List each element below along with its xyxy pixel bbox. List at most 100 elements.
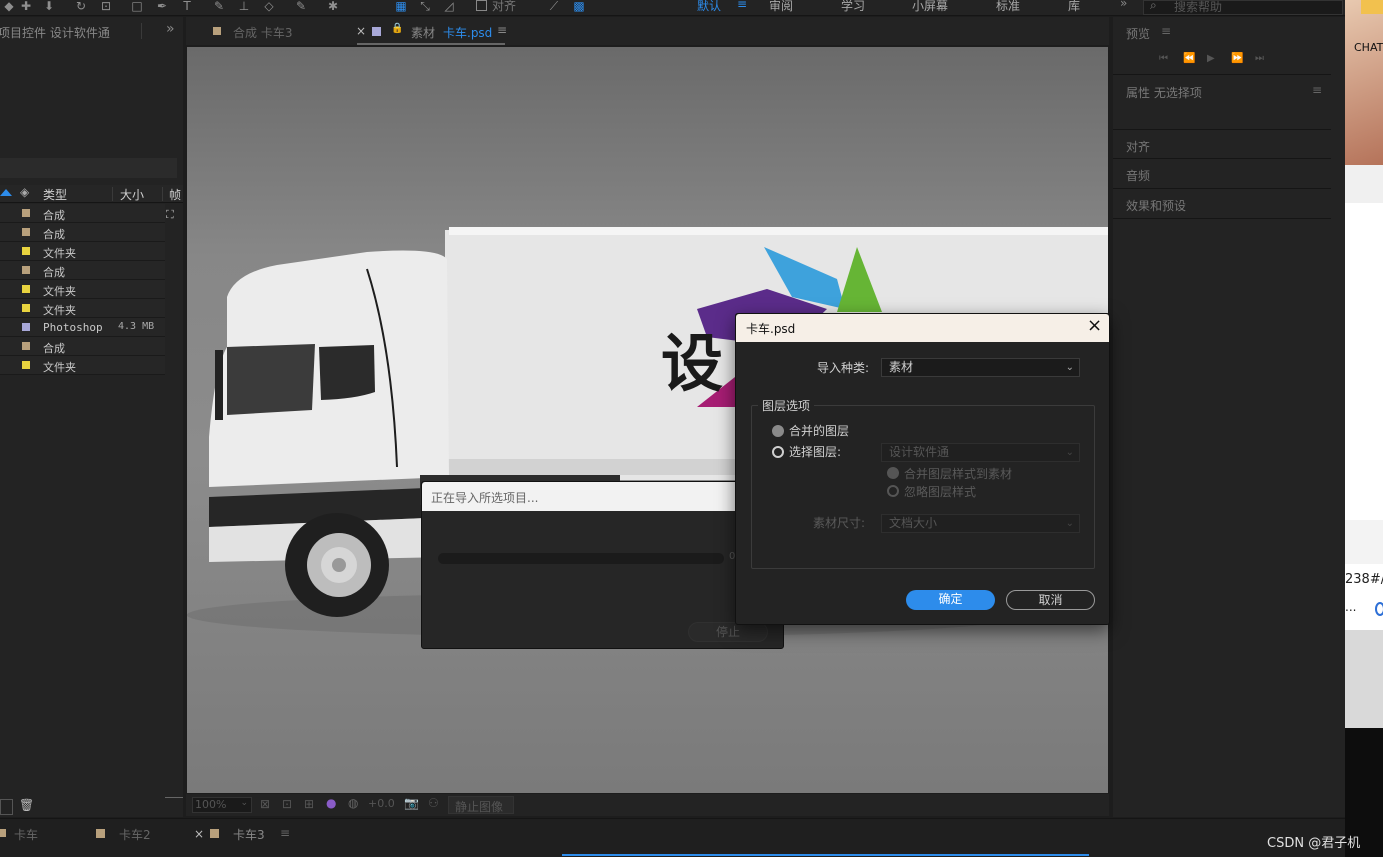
align-panel-title[interactable]: 对齐 bbox=[1126, 138, 1150, 155]
first-frame-icon[interactable]: ⏮ bbox=[1159, 53, 1168, 64]
prev-frame-icon[interactable]: ⏪ bbox=[1183, 53, 1195, 64]
project-list-item[interactable]: 合成 bbox=[0, 337, 165, 356]
properties-panel-title[interactable]: 属性 无选择项 bbox=[1126, 84, 1202, 101]
close-tab-icon[interactable]: × bbox=[356, 24, 366, 38]
align-checkbox[interactable] bbox=[476, 0, 487, 11]
camera-tool-icon[interactable]: ⊡ bbox=[97, 0, 115, 14]
snap-icon[interactable]: ▦ bbox=[392, 0, 410, 14]
column-size[interactable]: 大小 bbox=[120, 186, 144, 203]
label-color-swatch[interactable] bbox=[22, 247, 30, 255]
snap-vertex-icon[interactable]: ⟋ bbox=[545, 0, 563, 14]
zoom-select[interactable]: 100% ⌄ bbox=[192, 797, 252, 813]
grid-icon[interactable]: ⊞ bbox=[304, 797, 314, 811]
project-list-item[interactable]: Photoshop 4.3 MB bbox=[0, 318, 165, 337]
puppet-tool-icon[interactable]: ✱ bbox=[324, 0, 342, 14]
tab-footage-name[interactable]: 卡车.psd bbox=[443, 24, 492, 41]
label-color-swatch[interactable] bbox=[22, 342, 30, 350]
stop-button[interactable]: 停止 bbox=[688, 622, 768, 642]
brush-tool-icon[interactable]: ✎ bbox=[210, 0, 228, 14]
label-tag-icon[interactable]: ◈ bbox=[20, 185, 29, 199]
play-icon[interactable]: ▶ bbox=[1207, 53, 1215, 64]
trash-icon[interactable]: 🗑 bbox=[19, 798, 34, 812]
label-color-swatch[interactable] bbox=[22, 361, 30, 369]
merge-styles-radio[interactable] bbox=[887, 467, 899, 479]
sort-ascending-icon[interactable] bbox=[0, 189, 12, 196]
eraser-tool-icon[interactable]: ◇ bbox=[260, 0, 278, 14]
panel-menu-icon[interactable]: ≡ bbox=[1161, 24, 1171, 38]
preview-panel-title[interactable]: 预览 bbox=[1126, 25, 1150, 42]
label-color-swatch[interactable] bbox=[22, 285, 30, 293]
more-workspaces-icon[interactable]: » bbox=[1120, 0, 1127, 10]
exposure-value[interactable]: +0.0 bbox=[368, 797, 395, 810]
snapshot-icon[interactable]: 📷 bbox=[404, 796, 419, 810]
workspace-learn[interactable]: 学习 bbox=[841, 0, 865, 14]
project-list-item[interactable]: 文件夹 bbox=[0, 356, 165, 375]
column-frame[interactable]: 帧 bbox=[169, 186, 181, 203]
workspace-review[interactable]: 审阅 bbox=[769, 0, 793, 14]
footage-size-select[interactable]: 文档大小 ⌄ bbox=[881, 514, 1080, 533]
project-list-item[interactable]: 文件夹 bbox=[0, 299, 165, 318]
choose-layer-label[interactable]: 选择图层: bbox=[789, 443, 841, 460]
tab-menu-icon[interactable]: ≡ bbox=[280, 826, 290, 840]
still-image-button[interactable]: 静止图像 bbox=[448, 796, 514, 814]
workspace-small-screen[interactable]: 小屏幕 bbox=[912, 0, 948, 14]
grid-snap-icon[interactable]: ▩ bbox=[570, 0, 588, 14]
last-frame-icon[interactable]: ⏭ bbox=[1255, 53, 1264, 64]
import-kind-select[interactable]: 素材 ⌄ bbox=[881, 358, 1080, 377]
merged-layers-radio[interactable] bbox=[772, 425, 784, 437]
type-tool-icon[interactable]: T bbox=[178, 0, 196, 14]
label-color-swatch[interactable] bbox=[22, 323, 30, 331]
column-type[interactable]: 类型 bbox=[43, 186, 67, 203]
choose-layer-radio[interactable] bbox=[772, 446, 784, 458]
tab-footage-prefix[interactable]: 素材 bbox=[411, 24, 435, 41]
workspace-libraries[interactable]: 库 bbox=[1068, 0, 1080, 14]
panel-menu-icon[interactable]: ≡ bbox=[1312, 83, 1322, 97]
project-list-item[interactable]: 文件夹 bbox=[0, 242, 165, 261]
merge-styles-label[interactable]: 合并图层样式到素材 bbox=[904, 465, 1012, 482]
close-tab-icon[interactable]: × bbox=[194, 827, 204, 841]
snap-option-icon[interactable]: ⤡ bbox=[416, 0, 434, 14]
help-search-field[interactable]: ⌕ 搜索帮助 bbox=[1143, 0, 1343, 15]
selection-tool-icon[interactable]: ◆ bbox=[0, 0, 18, 14]
project-list-item[interactable]: 合成 bbox=[0, 261, 165, 280]
exposure-icon[interactable]: ◍ bbox=[348, 796, 358, 810]
hand-tool-icon[interactable]: ✚ bbox=[17, 0, 35, 14]
snap-edge-icon[interactable]: ◿ bbox=[440, 0, 458, 14]
ignore-styles-radio[interactable] bbox=[887, 485, 899, 497]
ignore-styles-label[interactable]: 忽略图层样式 bbox=[904, 483, 976, 500]
clone-stamp-icon[interactable]: ⊥ bbox=[235, 0, 253, 14]
rectangle-tool-icon[interactable]: □ bbox=[128, 0, 146, 14]
pen-tool-icon[interactable]: ✒ bbox=[153, 0, 171, 14]
merged-layers-label[interactable]: 合并的图层 bbox=[789, 422, 849, 439]
workspace-standard[interactable]: 标准 bbox=[996, 0, 1020, 14]
project-list-item[interactable]: 合成 bbox=[0, 223, 165, 242]
tab-menu-icon[interactable]: ≡ bbox=[497, 23, 507, 37]
timeline-tab-truck2[interactable]: 卡车2 bbox=[119, 826, 151, 843]
zoom-tool-icon[interactable]: ⬇ bbox=[40, 0, 58, 14]
choose-layer-select[interactable]: 设计软件通 ⌄ bbox=[881, 443, 1080, 462]
show-snapshot-icon[interactable]: ⚇ bbox=[428, 796, 439, 810]
fit-icon[interactable]: ⊠ bbox=[260, 797, 270, 811]
panel-expand-icon[interactable]: » bbox=[166, 21, 175, 37]
timeline-tab-truck[interactable]: 卡车 bbox=[14, 826, 38, 843]
timeline-tab-truck3[interactable]: 卡车3 bbox=[233, 826, 265, 843]
project-list-item[interactable]: 合成 bbox=[0, 204, 165, 223]
label-color-swatch[interactable] bbox=[22, 209, 30, 217]
close-icon[interactable]: × bbox=[1087, 315, 1102, 336]
channels-icon[interactable]: ● bbox=[326, 796, 336, 810]
effects-presets-title[interactable]: 效果和预设 bbox=[1126, 197, 1186, 214]
lock-icon[interactable]: 🔒 bbox=[391, 23, 403, 34]
tab-comp-truck3[interactable]: 合成 卡车3 bbox=[233, 24, 292, 41]
work-area-bar[interactable] bbox=[562, 854, 1089, 856]
workspace-default[interactable]: 默认 bbox=[697, 0, 721, 14]
ok-button[interactable]: 确定 bbox=[906, 590, 995, 610]
flowchart-icon[interactable]: ⛶ bbox=[166, 208, 174, 222]
label-color-swatch[interactable] bbox=[22, 304, 30, 312]
next-frame-icon[interactable]: ⏩ bbox=[1231, 53, 1243, 64]
label-color-swatch[interactable] bbox=[22, 228, 30, 236]
project-list-item[interactable]: 文件夹 bbox=[0, 280, 165, 299]
cancel-button[interactable]: 取消 bbox=[1006, 590, 1095, 610]
workspace-menu-icon[interactable]: ≡ bbox=[737, 0, 747, 11]
project-search-field[interactable] bbox=[0, 158, 177, 178]
audio-panel-title[interactable]: 音频 bbox=[1126, 167, 1150, 184]
